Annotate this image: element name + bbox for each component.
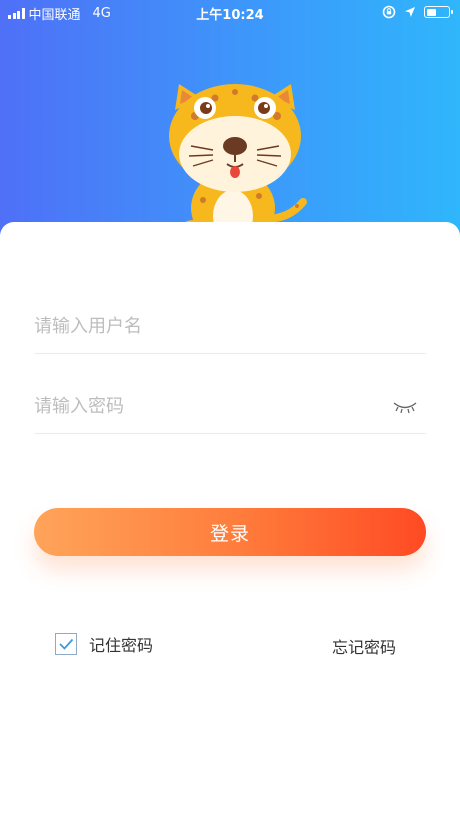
remember-password[interactable]: 记住密码 xyxy=(55,632,153,656)
login-button[interactable]: 登录 xyxy=(34,508,426,556)
username-field[interactable] xyxy=(34,300,426,354)
eye-closed-icon[interactable] xyxy=(392,400,418,414)
battery-fill xyxy=(426,8,436,16)
status-bar: 中国联通 4G 上午10:24 xyxy=(0,0,460,24)
remember-checkbox[interactable] xyxy=(55,633,77,655)
checkmark-icon xyxy=(59,638,74,650)
forgot-password-link[interactable]: 忘记密码 xyxy=(332,634,396,658)
password-input[interactable] xyxy=(34,396,374,417)
username-input[interactable] xyxy=(34,316,374,337)
location-icon xyxy=(405,7,415,17)
password-field[interactable] xyxy=(34,380,426,434)
orientation-lock-icon xyxy=(382,5,396,19)
battery-icon xyxy=(424,6,453,18)
remember-label: 记住密码 xyxy=(89,636,154,655)
